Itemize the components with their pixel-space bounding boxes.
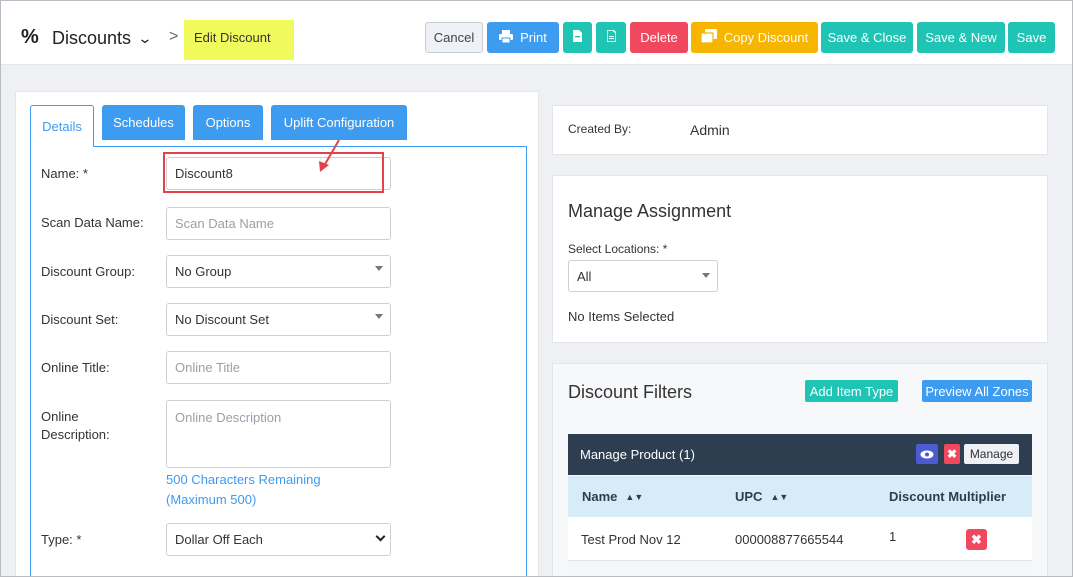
- table-row: Test Prod Nov 12 000008877665544 1 ✖: [568, 517, 1032, 561]
- save-close-button[interactable]: Save & Close: [821, 22, 913, 53]
- discount-set-value: No Discount Set: [175, 312, 269, 327]
- online-title-input[interactable]: Online Title: [166, 351, 391, 384]
- highlight-box: [163, 152, 384, 193]
- manage-assignment-title: Manage Assignment: [568, 201, 732, 221]
- row-product-name: Test Prod Nov 12: [581, 532, 681, 547]
- preview-all-zones-button[interactable]: Preview All Zones: [922, 380, 1032, 402]
- tab-options[interactable]: Options: [193, 105, 263, 140]
- created-by-value: Admin: [690, 122, 730, 138]
- row-multiplier: 1: [889, 529, 897, 544]
- select-locations-dropdown[interactable]: All: [568, 260, 718, 292]
- column-name-label: Name: [582, 489, 618, 504]
- add-item-type-button[interactable]: Add Item Type: [805, 380, 898, 402]
- caret-down-icon: [375, 314, 383, 319]
- row-upc: 000008877665544: [735, 532, 844, 547]
- column-name[interactable]: Name ▲▼: [582, 489, 643, 504]
- product-table-header: Name ▲▼ UPC ▲▼ Discount Multiplier: [568, 476, 1032, 517]
- annotation-arrow-icon: [319, 139, 340, 172]
- cancel-button[interactable]: Cancel: [425, 22, 483, 53]
- chevron-down-icon: [375, 531, 386, 542]
- manage-assignment-card: Manage Assignment Select Locations: * Al…: [552, 175, 1048, 343]
- caret-down-icon: [375, 266, 383, 271]
- module-title[interactable]: Discounts: [52, 28, 131, 48]
- close-icon[interactable]: ✖: [944, 444, 960, 464]
- tab-schedules[interactable]: Schedules: [102, 105, 185, 140]
- select-locations-label: Select Locations: *: [568, 242, 668, 256]
- column-upc-label: UPC: [735, 489, 763, 504]
- save-button[interactable]: Save: [1008, 22, 1055, 53]
- export-file-button[interactable]: [563, 22, 592, 53]
- online-description-label-line1: Online: [41, 409, 79, 424]
- no-items-selected: No Items Selected: [568, 309, 675, 324]
- scan-data-name-input[interactable]: Scan Data Name: [166, 207, 391, 240]
- printer-icon: [499, 29, 514, 46]
- copy-icon: [700, 29, 717, 46]
- created-by-card: Created By: Admin: [552, 105, 1048, 155]
- discount-group-label: Discount Group:: [41, 264, 135, 279]
- table-row-partial: [568, 561, 1032, 577]
- online-description-textarea[interactable]: Online Description: [166, 400, 391, 468]
- chevron-down-icon[interactable]: ⌄: [137, 28, 152, 48]
- manage-button[interactable]: Manage: [964, 444, 1019, 464]
- file-text-icon: [605, 29, 617, 45]
- eye-icon[interactable]: [916, 444, 938, 464]
- discount-set-select[interactable]: No Discount Set: [166, 303, 391, 336]
- type-select[interactable]: Dollar Off Each: [166, 523, 391, 556]
- manage-product-header: Manage Product (1) ✖ Manage: [568, 434, 1032, 475]
- delete-button[interactable]: Delete: [630, 22, 688, 53]
- created-by-label: Created By:: [568, 122, 632, 136]
- percent-icon: %: [21, 26, 39, 48]
- remove-row-button[interactable]: ✖: [966, 529, 987, 550]
- caret-down-icon: [702, 273, 710, 278]
- discount-filters-title: Discount Filters: [568, 382, 693, 402]
- discount-set-label: Discount Set:: [41, 312, 119, 327]
- max-chars: (Maximum 500): [166, 492, 257, 507]
- export-text-button[interactable]: [596, 22, 626, 53]
- discount-group-select[interactable]: No Group: [166, 255, 391, 288]
- online-description-label-line2: Description:: [41, 427, 110, 442]
- chars-remaining: 500 Characters Remaining: [166, 472, 321, 487]
- breadcrumb-current: Edit Discount: [184, 20, 294, 60]
- tab-uplift-configuration[interactable]: Uplift Configuration: [271, 105, 407, 140]
- column-upc[interactable]: UPC ▲▼: [735, 489, 788, 504]
- column-discount-multiplier: Discount Multiplier: [889, 489, 1006, 504]
- sort-icon: ▲▼: [625, 492, 644, 502]
- file-icon: [573, 30, 582, 45]
- save-new-button[interactable]: Save & New: [917, 22, 1005, 53]
- tab-details[interactable]: Details: [30, 105, 94, 147]
- sort-icon: ▲▼: [770, 492, 789, 502]
- manage-product-title: Manage Product (1): [580, 447, 695, 462]
- copy-discount-button[interactable]: Copy Discount: [691, 22, 818, 53]
- print-label: Print: [520, 30, 547, 45]
- scan-data-name-label: Scan Data Name:: [41, 215, 144, 230]
- print-button[interactable]: Print: [487, 22, 559, 53]
- name-label: Name: *: [41, 166, 88, 181]
- type-value: Dollar Off Each: [175, 532, 263, 547]
- character-count-note: 500 Characters Remaining (Maximum 500): [166, 470, 321, 510]
- online-title-label: Online Title:: [41, 360, 110, 375]
- select-locations-value: All: [577, 268, 592, 284]
- discount-group-value: No Group: [175, 264, 232, 279]
- type-label: Type: *: [41, 532, 82, 547]
- breadcrumb-separator: >: [169, 28, 179, 45]
- copy-discount-label: Copy Discount: [723, 30, 809, 45]
